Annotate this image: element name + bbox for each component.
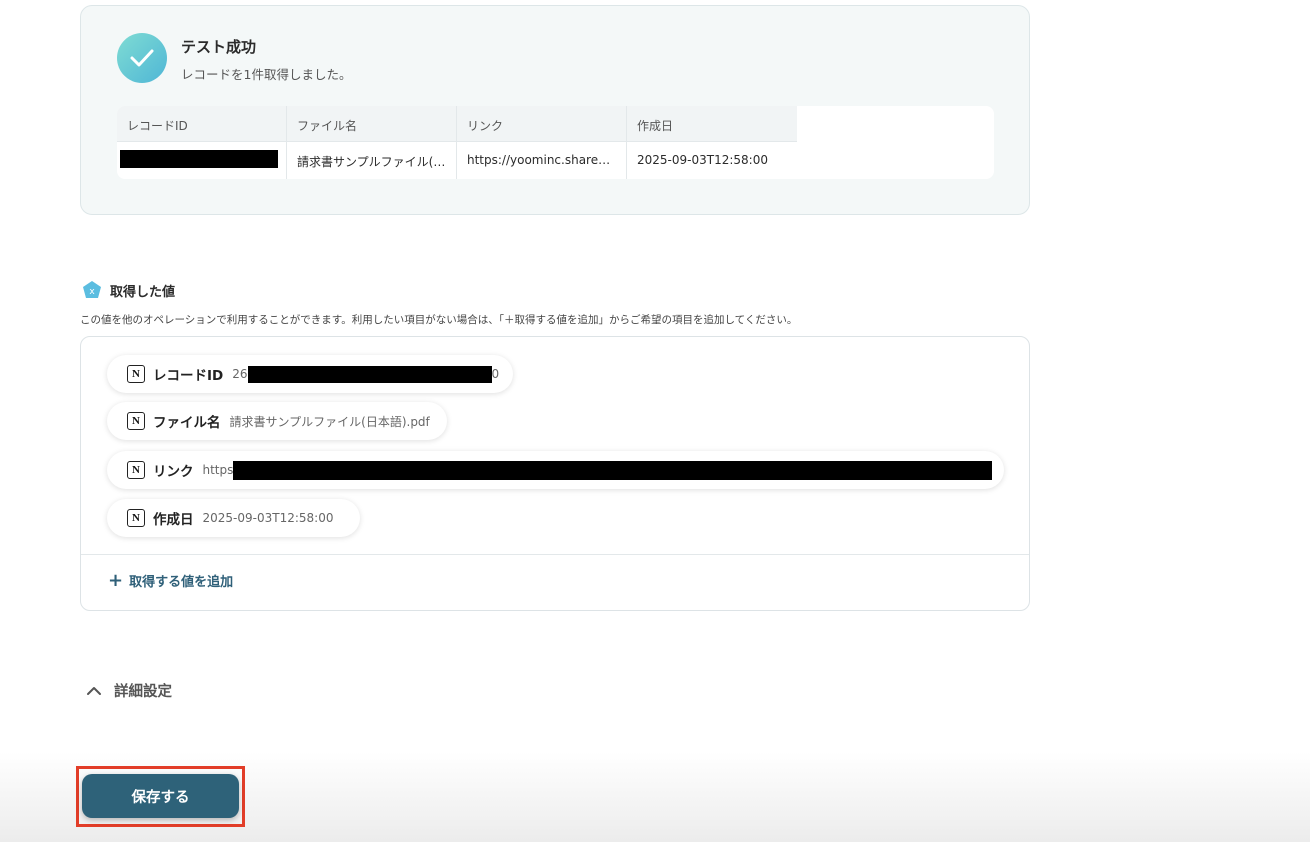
notion-icon: N xyxy=(127,412,145,430)
table-cell-record-id xyxy=(117,142,286,179)
value-pill-created[interactable]: N 作成日 2025-09-03T12:58:00 xyxy=(107,499,360,537)
value-pill-file-name[interactable]: N ファイル名 請求書サンプルファイル(日本語).pdf xyxy=(107,402,447,440)
table-cell-file-name: 請求書サンプルファイル(… xyxy=(297,155,446,169)
variable-x-icon: x xyxy=(83,281,101,298)
notion-icon: N xyxy=(127,461,145,479)
details-toggle[interactable]: 詳細設定 xyxy=(86,680,172,701)
pill-label: ファイル名 xyxy=(153,415,221,431)
table-column-file-name: ファイル名 請求書サンプルファイル(… xyxy=(287,106,457,179)
result-table: レコードID ファイル名 請求書サンプルファイル(… リンク https://y… xyxy=(117,106,994,179)
table-column-record-id: レコードID xyxy=(117,106,287,179)
table-column-created: 作成日 2025-09-03T12:58:00 xyxy=(627,106,797,179)
values-description: この値を他のオペレーションで利用することができます。利用したい項目がない場合は、… xyxy=(80,314,798,326)
pill-label: レコードID xyxy=(153,368,224,384)
pill-value-prefix: 26 xyxy=(232,367,248,381)
notion-icon: N xyxy=(127,365,145,383)
table-cell-created: 2025-09-03T12:58:00 xyxy=(637,153,768,167)
table-column-link: リンク https://yoominc.share… xyxy=(457,106,627,179)
save-button[interactable]: 保存する xyxy=(82,774,239,818)
test-success-subtitle: レコードを1件取得しました。 xyxy=(181,67,352,82)
add-value-button[interactable]: + 取得する値を追加 xyxy=(108,571,233,590)
redacted-value xyxy=(233,460,993,480)
pill-label: 作成日 xyxy=(153,512,194,528)
check-icon xyxy=(117,33,167,83)
table-header-cell: リンク xyxy=(457,106,626,142)
table-header-cell: ファイル名 xyxy=(287,106,456,142)
redacted-value xyxy=(247,365,492,383)
pill-value-suffix: 0 xyxy=(491,367,500,381)
table-header-cell: 作成日 xyxy=(627,106,797,142)
details-label: 詳細設定 xyxy=(114,684,172,700)
table-header-cell: レコードID xyxy=(117,106,286,142)
plus-icon: + xyxy=(108,569,124,591)
value-pill-record-id[interactable]: N レコードID 26 0 xyxy=(107,355,513,393)
notion-icon: N xyxy=(127,509,145,527)
divider xyxy=(81,554,1029,555)
add-value-label: 取得する値を追加 xyxy=(129,575,234,590)
test-success-card: テスト成功 レコードを1件取得しました。 レコードID ファイル名 請求書サンプ… xyxy=(80,5,1030,215)
values-list: N レコードID 26 0 N ファイル名 請求書サンプルファイル(日本語).p… xyxy=(80,336,1030,611)
test-success-title: テスト成功 xyxy=(181,38,257,56)
pill-value: 2025-09-03T12:58:00 xyxy=(202,511,334,525)
redacted-value xyxy=(120,150,278,168)
table-cell-link: https://yoominc.share… xyxy=(467,153,611,167)
pill-value-prefix: https xyxy=(202,463,234,477)
value-pill-link[interactable]: N リンク https xyxy=(107,451,1004,489)
values-title: 取得した値 xyxy=(110,284,176,300)
svg-text:x: x xyxy=(89,287,95,297)
pill-label: リンク xyxy=(153,464,194,480)
pill-value: 請求書サンプルファイル(日本語).pdf xyxy=(229,414,430,429)
chevron-up-icon xyxy=(87,686,101,695)
values-heading: x 取得した値 xyxy=(82,280,175,300)
